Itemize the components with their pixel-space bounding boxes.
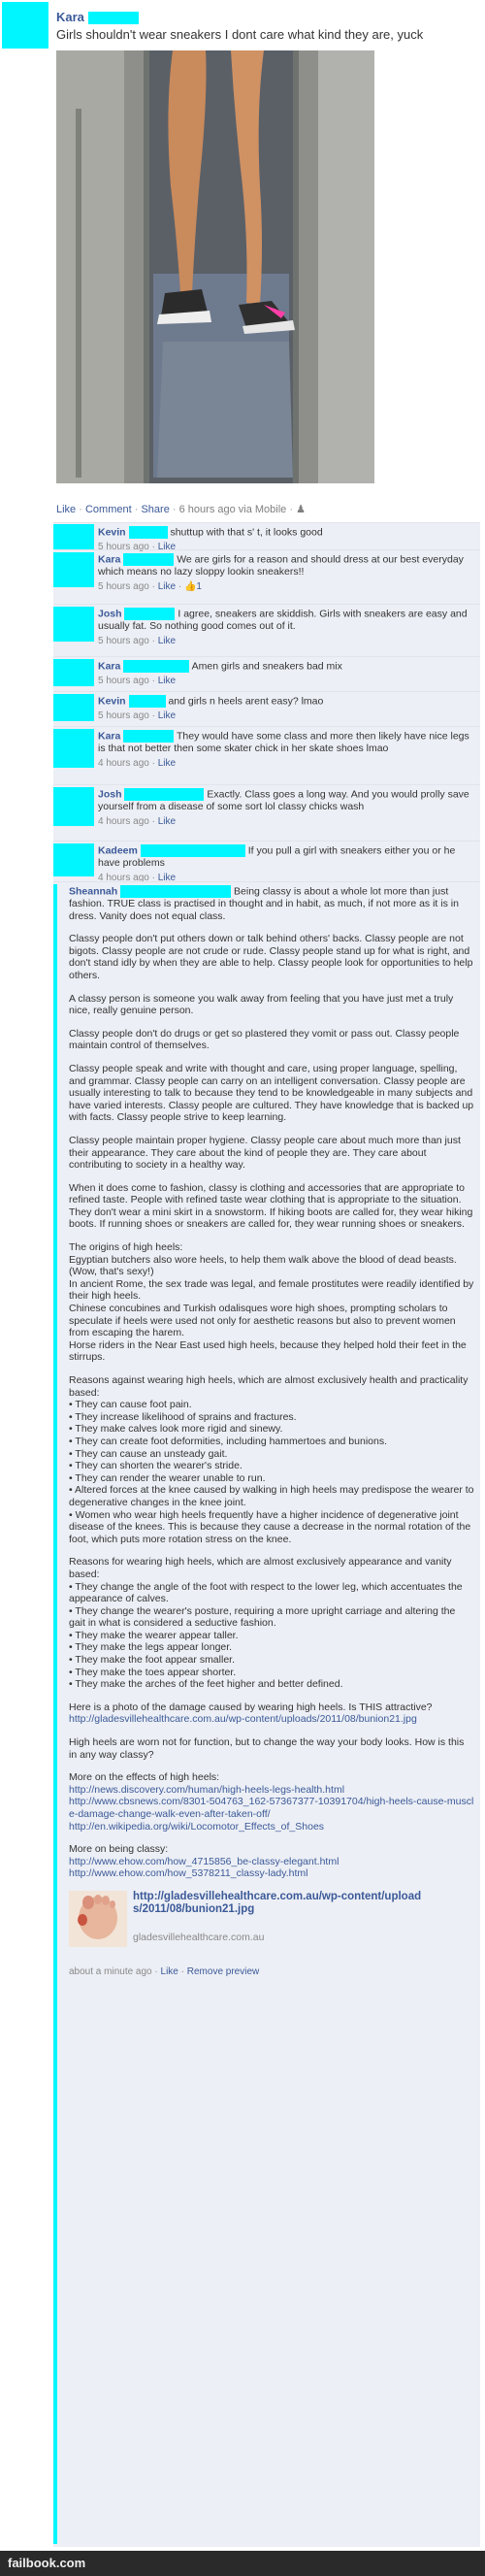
comment-paragraph: Classy people maintain proper hygiene. C… [69,1134,461,1172]
comment-time: 5 hours ago [98,581,149,593]
mirror-selfie-image [56,50,374,483]
avatar[interactable] [53,524,94,549]
comment-author[interactable]: Josh [98,788,122,800]
thumbs-up-icon[interactable]: 👍 [184,581,196,592]
comment-time: about a minute ago [69,1965,152,1977]
avatar[interactable] [53,694,94,721]
avatar[interactable] [2,2,48,49]
comment-like-link[interactable]: Like [158,710,176,721]
comment-paragraph: A classy person is someone you walk away… [69,992,454,1017]
comment-like-link[interactable]: Like [158,636,176,646]
bunion-foot-image [69,1890,127,1947]
redacted-surname [120,885,232,898]
avatar[interactable] [53,843,94,876]
comment: Kevin shuttup with that s' t, it looks g… [53,522,480,552]
post-timestamp: 6 hours ago via Mobile [178,504,287,515]
effects-links[interactable]: http://news.discovery.com/human/high-hee… [69,1784,473,1833]
comment-text: Amen girls and sneakers bad mix [191,660,342,673]
failbook-logo: failbook.com [8,2556,86,2570]
remove-preview-link[interactable]: Remove preview [187,1966,259,1977]
comment: Sheannah Being classy is about a whole l… [53,881,480,2548]
avatar[interactable] [53,607,94,642]
friends-icon: ♟ [296,504,306,515]
post-photo[interactable] [56,50,374,483]
status-post: Kara Girls shouldn't wear sneakers I don… [0,0,485,524]
comment-paragraph: High heels are worn not for function, bu… [69,1736,465,1761]
preview-thumbnail[interactable] [69,1890,127,1947]
comment-paragraph: The origins of high heels: Egyptian butc… [69,1241,474,1364]
comment-author[interactable]: Kara [98,660,120,672]
like-count[interactable]: 1 [196,581,202,592]
comment-paragraph: Reasons for wearing high heels, which ar… [69,1556,463,1691]
share-link[interactable]: Share [141,504,169,515]
redacted-surname [123,730,175,743]
comment-author[interactable]: Josh [98,608,122,619]
comment-paragraph: Classy people speak and write with thoug… [69,1062,474,1124]
comment-author[interactable]: Kevin [98,695,126,707]
redacted-surname [123,660,190,673]
comment-time: 5 hours ago [98,676,149,687]
watermark-bar: failbook.com [0,2551,485,2576]
comment-paragraph: Classy people don't put others down or t… [69,933,473,981]
comment: Josh Exactly. Class goes a long way. And… [53,784,480,842]
comment-like-link[interactable]: Like [158,581,176,592]
link-preview[interactable]: http://gladesvillehealthcare.com.au/wp-c… [69,1890,474,1959]
comment-author[interactable]: Kadeem [98,844,138,856]
avatar[interactable] [53,884,57,2544]
comment-time: 4 hours ago [98,758,149,770]
comment-time: 5 hours ago [98,710,149,722]
comment: Kadeem If you pull a girl with sneakers … [53,841,480,883]
post-text: Girls shouldn't wear sneakers I dont car… [56,27,424,42]
comment-link[interactable]: Comment [85,504,132,515]
comment-author[interactable]: Kara [98,553,120,565]
comment-like-link[interactable]: Like [161,1966,178,1977]
preview-title[interactable]: http://gladesvillehealthcare.com.au/wp-c… [133,1891,424,1916]
comment-time: 4 hours ago [98,816,149,828]
comment-paragraph: Classy people don't do drugs or get so p… [69,1027,460,1052]
like-link[interactable]: Like [56,504,76,515]
comment: Kara They would have some class and more… [53,726,480,785]
redacted-surname [124,788,205,801]
more-classy-label: More on being classy: [69,1843,169,1856]
comment-like-link[interactable]: Like [158,758,176,769]
redacted-surname [140,844,245,857]
comment-like-link[interactable]: Like [158,816,176,827]
classy-links[interactable]: http://www.ehow.com/how_4715856_be-class… [69,1856,339,1880]
comment-text: and girls n heels arent easy? lmao [168,695,324,708]
redacted-surname [87,12,139,25]
comments-list: Kevin shuttup with that s' t, it looks g… [53,522,480,2547]
redacted-surname [123,553,175,566]
comment: Kara We are girls for a reason and shoul… [53,549,480,605]
post-author[interactable]: Kara [56,10,139,25]
redacted-surname [124,608,176,620]
comment-author[interactable]: Sheannah [69,885,117,897]
avatar[interactable] [53,787,94,826]
comment-paragraph: When it does come to fashion, classy is … [69,1181,473,1231]
comment-time: 5 hours ago [98,636,149,647]
preview-site: gladesvillehealthcare.com.au [133,1931,265,1943]
comment-text: shuttup with that s' t, it looks good [170,526,323,539]
avatar[interactable] [53,552,94,587]
redacted-surname [128,695,166,708]
comment-like-link[interactable]: Like [158,676,176,686]
comment: Josh I agree, sneakers are skiddish. Gir… [53,604,480,657]
avatar[interactable] [53,729,94,768]
comment-paragraph: Here is a photo of the damage caused by … [69,1701,433,1713]
comment-author[interactable]: Kara [98,730,120,742]
avatar[interactable] [53,659,94,686]
more-effects-label: More on the effects of high heels: [69,1771,220,1784]
comment: Kevin and girls n heels arent easy? lmao… [53,691,480,727]
post-actions: Like · Comment · Share · 6 hours ago via… [56,504,306,515]
photo-link[interactable]: http://gladesvillehealthcare.com.au/wp-c… [69,1713,417,1725]
comment-paragraph: Reasons against wearing high heels, whic… [69,1374,474,1545]
comment: Kara Amen girls and sneakers bad mix 5 h… [53,656,480,692]
redacted-surname [128,526,168,539]
comment-author[interactable]: Kevin [98,526,126,538]
